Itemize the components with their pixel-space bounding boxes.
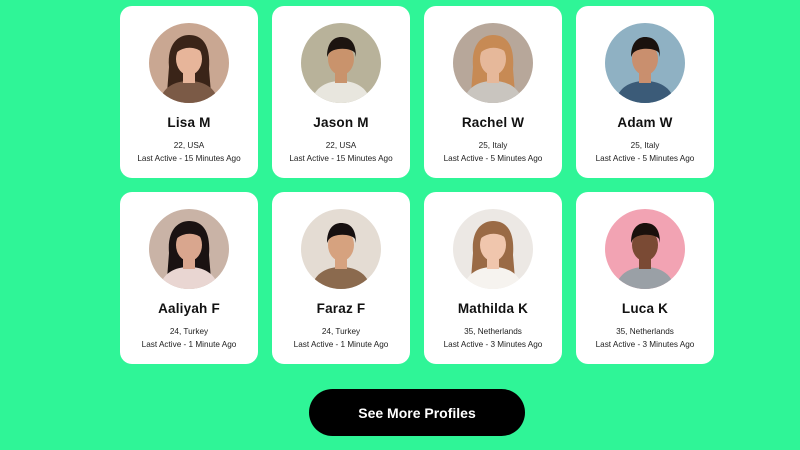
profile-name: Lisa M <box>167 115 211 130</box>
profile-card[interactable]: Faraz F 24, Turkey Last Active - 1 Minut… <box>272 192 410 364</box>
profile-last-active: Last Active - 15 Minutes Ago <box>289 154 393 163</box>
woman-portrait-icon <box>149 209 229 289</box>
avatar <box>605 209 685 289</box>
profile-last-active: Last Active - 1 Minute Ago <box>293 340 389 349</box>
profile-meta: 24, Turkey Last Active - 1 Minute Ago <box>294 325 389 351</box>
avatar <box>301 23 381 103</box>
profile-name: Mathilda K <box>457 301 529 316</box>
profile-location: 25, Italy <box>630 141 660 150</box>
profile-meta: 22, USA Last Active - 15 Minutes Ago <box>137 139 240 165</box>
profile-last-active: Last Active - 3 Minutes Ago <box>443 340 543 349</box>
profile-card[interactable]: Jason M 22, USA Last Active - 15 Minutes… <box>272 6 410 178</box>
profile-card[interactable]: Luca K 35, Netherlands Last Active - 3 M… <box>576 192 714 364</box>
avatar <box>453 23 533 103</box>
see-more-profiles-button[interactable]: See More Profiles <box>309 389 525 436</box>
man-portrait-icon <box>301 23 381 103</box>
profile-meta: 22, USA Last Active - 15 Minutes Ago <box>289 139 392 165</box>
profile-name: Rachel W <box>461 115 525 130</box>
woman-portrait-icon <box>453 209 533 289</box>
profile-location: 22, USA <box>173 141 205 150</box>
profile-card[interactable]: Adam W 25, Italy Last Active - 5 Minutes… <box>576 6 714 178</box>
man-portrait-icon <box>301 209 381 289</box>
avatar <box>149 209 229 289</box>
profile-last-active: Last Active - 5 Minutes Ago <box>443 154 543 163</box>
profile-location: 24, Turkey <box>321 327 361 336</box>
profiles-page: Lisa M 22, USA Last Active - 15 Minutes … <box>0 0 800 450</box>
profile-last-active: Last Active - 3 Minutes Ago <box>595 340 695 349</box>
woman-portrait-icon <box>149 23 229 103</box>
man-portrait-icon <box>605 23 685 103</box>
profile-location: 22, USA <box>325 141 357 150</box>
profile-name: Luca K <box>621 301 669 316</box>
profile-meta: 24, Turkey Last Active - 1 Minute Ago <box>142 325 237 351</box>
profile-location: 35, Netherlands <box>616 327 674 336</box>
profile-location: 25, Italy <box>478 141 508 150</box>
profile-name: Jason M <box>313 115 369 130</box>
profile-card[interactable]: Aaliyah F 24, Turkey Last Active - 1 Min… <box>120 192 258 364</box>
profile-last-active: Last Active - 1 Minute Ago <box>141 340 237 349</box>
profile-grid: Lisa M 22, USA Last Active - 15 Minutes … <box>120 6 714 364</box>
profile-meta: 35, Netherlands Last Active - 3 Minutes … <box>596 325 695 351</box>
profile-location: 24, Turkey <box>169 327 209 336</box>
profile-name: Aaliyah F <box>158 301 220 316</box>
avatar <box>149 23 229 103</box>
avatar <box>301 209 381 289</box>
profile-meta: 25, Italy Last Active - 5 Minutes Ago <box>596 139 695 165</box>
profile-card[interactable]: Mathilda K 35, Netherlands Last Active -… <box>424 192 562 364</box>
profile-meta: 25, Italy Last Active - 5 Minutes Ago <box>444 139 543 165</box>
man-portrait-icon <box>605 209 685 289</box>
profile-meta: 35, Netherlands Last Active - 3 Minutes … <box>444 325 543 351</box>
profile-name: Faraz F <box>316 301 366 316</box>
profile-name: Adam W <box>617 115 673 130</box>
profile-location: 35, Netherlands <box>464 327 522 336</box>
profile-card[interactable]: Rachel W 25, Italy Last Active - 5 Minut… <box>424 6 562 178</box>
profile-last-active: Last Active - 5 Minutes Ago <box>595 154 695 163</box>
woman-portrait-icon <box>453 23 533 103</box>
profile-card[interactable]: Lisa M 22, USA Last Active - 15 Minutes … <box>120 6 258 178</box>
avatar <box>453 209 533 289</box>
profile-last-active: Last Active - 15 Minutes Ago <box>137 154 241 163</box>
avatar <box>605 23 685 103</box>
